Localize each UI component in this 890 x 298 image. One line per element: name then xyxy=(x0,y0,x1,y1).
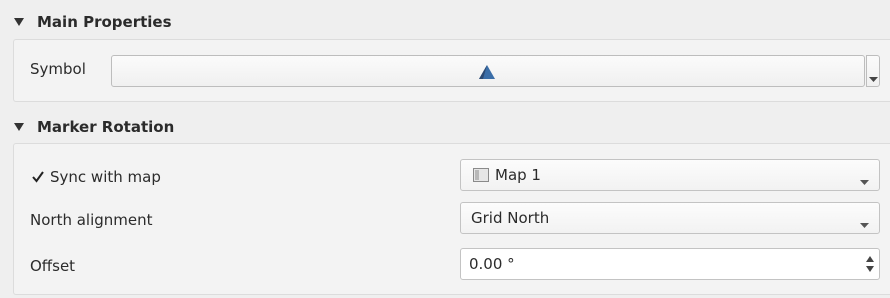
up-down-spinner-icon[interactable] xyxy=(865,255,875,277)
marker-rotation-header[interactable]: Marker Rotation xyxy=(0,111,890,143)
collapse-triangle-icon[interactable] xyxy=(13,121,25,133)
symbol-dropdown-button[interactable] xyxy=(866,55,880,87)
marker-rotation-title: Marker Rotation xyxy=(37,118,175,136)
main-properties-header[interactable]: Main Properties xyxy=(0,6,890,38)
marker-rotation-group: Sync with map Map 1 North alignment Grid… xyxy=(13,143,890,295)
offset-label: Offset xyxy=(30,257,76,275)
chevron-down-icon xyxy=(860,215,869,233)
symbol-button[interactable] xyxy=(111,55,865,87)
north-arrow-marker-icon xyxy=(478,64,496,84)
north-alignment-select[interactable]: Grid North xyxy=(460,202,880,234)
offset-spinbox[interactable]: 0.00 ° xyxy=(460,248,880,280)
map-canvas-icon xyxy=(473,168,489,182)
main-properties-title: Main Properties xyxy=(37,13,172,31)
north-alignment-value: Grid North xyxy=(471,209,550,227)
collapse-triangle-icon[interactable] xyxy=(13,16,25,28)
map-select-value: Map 1 xyxy=(495,166,541,184)
chevron-down-icon xyxy=(869,69,878,87)
chevron-down-icon xyxy=(860,172,869,190)
properties-panel: Main Properties Symbol Marker Rotation S… xyxy=(0,0,890,298)
north-alignment-label: North alignment xyxy=(30,211,153,229)
map-select[interactable]: Map 1 xyxy=(460,159,880,191)
checkmark-icon[interactable] xyxy=(30,169,46,185)
sync-with-map-label: Sync with map xyxy=(50,168,161,186)
symbol-label: Symbol xyxy=(30,60,86,78)
sync-with-map-checkbox[interactable]: Sync with map xyxy=(30,168,161,186)
main-properties-group: Symbol xyxy=(13,39,890,102)
offset-value: 0.00 ° xyxy=(469,255,515,273)
